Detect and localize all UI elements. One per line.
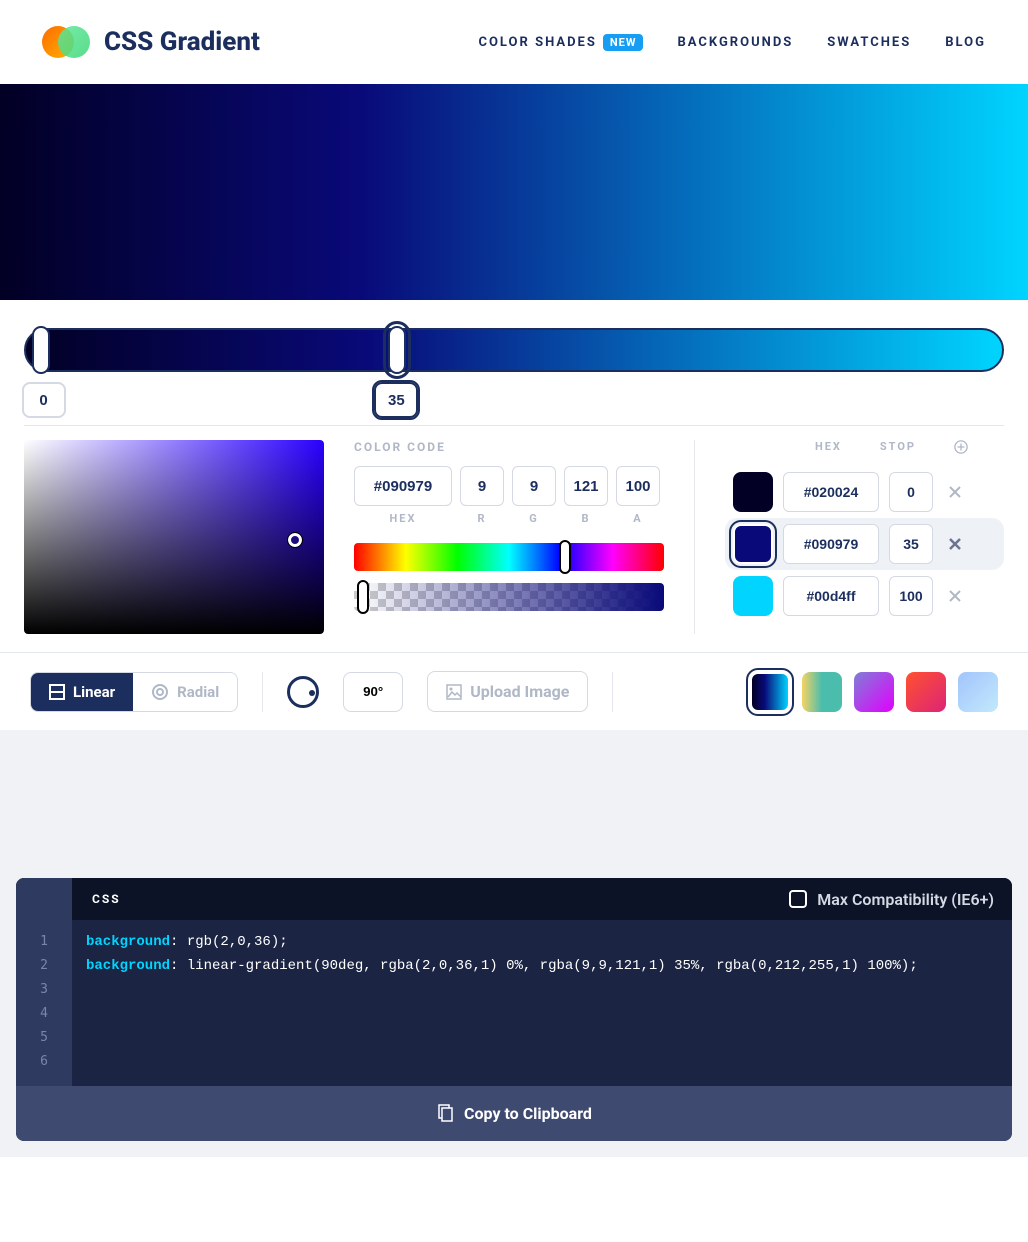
add-stop-icon[interactable] [954,440,968,454]
linear-icon [49,684,65,700]
gradient-preview [0,84,1028,300]
sublabel-a: A [616,512,660,525]
linear-button[interactable]: Linear [31,673,133,711]
stop-swatch-0[interactable] [733,472,773,512]
picker-handle[interactable] [288,533,302,547]
presets [750,672,998,712]
radial-icon [151,683,169,701]
preset-4[interactable] [958,672,998,712]
angle-input[interactable] [343,672,403,712]
stop-swatch-1[interactable] [733,524,773,564]
b-input[interactable] [564,466,608,506]
sublabel-r: R [460,512,504,525]
color-picker[interactable] [24,440,324,634]
copy-icon [436,1104,454,1122]
compat-checkbox[interactable] [789,890,807,908]
stops-head-hex: HEX [815,440,842,454]
line-numbers: 123456 [16,920,72,1086]
brand-title: CSS Gradient [104,27,260,57]
stop-row-1[interactable] [725,518,1004,570]
header: CSS Gradient COLOR SHADESNEW BACKGROUNDS… [0,0,1028,84]
stop-hex-2[interactable] [783,576,879,616]
nav-blog[interactable]: BLOG [945,35,986,50]
stop-pos-0[interactable] [889,472,933,512]
sublabel-b: B [564,512,608,525]
position-input-1[interactable] [374,382,418,418]
radial-button[interactable]: Radial [133,673,237,711]
sublabel-hex: HEX [354,512,452,525]
nav: COLOR SHADESNEW BACKGROUNDS SWATCHES BLO… [478,35,986,50]
hue-slider[interactable] [354,543,664,571]
brand[interactable]: CSS Gradient [42,18,260,66]
stop-row-2[interactable] [725,570,1004,622]
preset-3[interactable] [906,672,946,712]
a-input[interactable] [616,466,660,506]
r-input[interactable] [460,466,504,506]
preset-0[interactable] [750,672,790,712]
sublabel-g: G [512,512,556,525]
nav-color-shades[interactable]: COLOR SHADESNEW [478,35,643,50]
preset-2[interactable] [854,672,894,712]
preset-1[interactable] [802,672,842,712]
nav-swatches[interactable]: SWATCHES [827,35,911,50]
divider [612,672,613,712]
code-text[interactable]: background: rgb(2,0,36); background: lin… [72,920,932,1086]
stop-row-0[interactable] [725,466,1004,518]
upload-button[interactable]: Upload Image [427,671,588,712]
divider [262,672,263,712]
stop-pos-2[interactable] [889,576,933,616]
alpha-slider[interactable] [354,583,664,611]
compat-label: Max Compatibility (IE6+) [817,890,994,909]
hex-input[interactable] [354,466,452,506]
nav-backgrounds[interactable]: BACKGROUNDS [677,35,793,50]
type-toggle: Linear Radial [30,672,238,712]
stop-pos-1[interactable] [889,524,933,564]
slider-handle-0[interactable] [32,326,50,374]
badge-new: NEW [603,34,644,51]
css-tab[interactable]: CSS [72,878,141,920]
position-input-0[interactable] [22,382,66,418]
stops-head-stop: STOP [880,440,916,454]
logo-icon [42,18,90,66]
delete-stop-0-icon[interactable] [947,484,963,500]
stop-hex-0[interactable] [783,472,879,512]
gradient-slider[interactable] [24,328,1004,372]
alpha-handle[interactable] [357,580,369,614]
delete-stop-2-icon[interactable] [947,588,963,604]
copy-button[interactable]: Copy to Clipboard [16,1086,1012,1141]
image-icon [446,684,462,700]
g-input[interactable] [512,466,556,506]
delete-stop-1-icon[interactable] [947,536,963,552]
angle-dial[interactable] [287,676,319,708]
code-panel: CSS Max Compatibility (IE6+) 123456 back… [16,878,1012,1141]
hue-handle[interactable] [559,540,571,574]
stop-hex-1[interactable] [783,524,879,564]
stop-swatch-2[interactable] [733,576,773,616]
color-code-label: COLOR CODE [354,440,664,454]
slider-handle-1[interactable] [388,326,406,374]
